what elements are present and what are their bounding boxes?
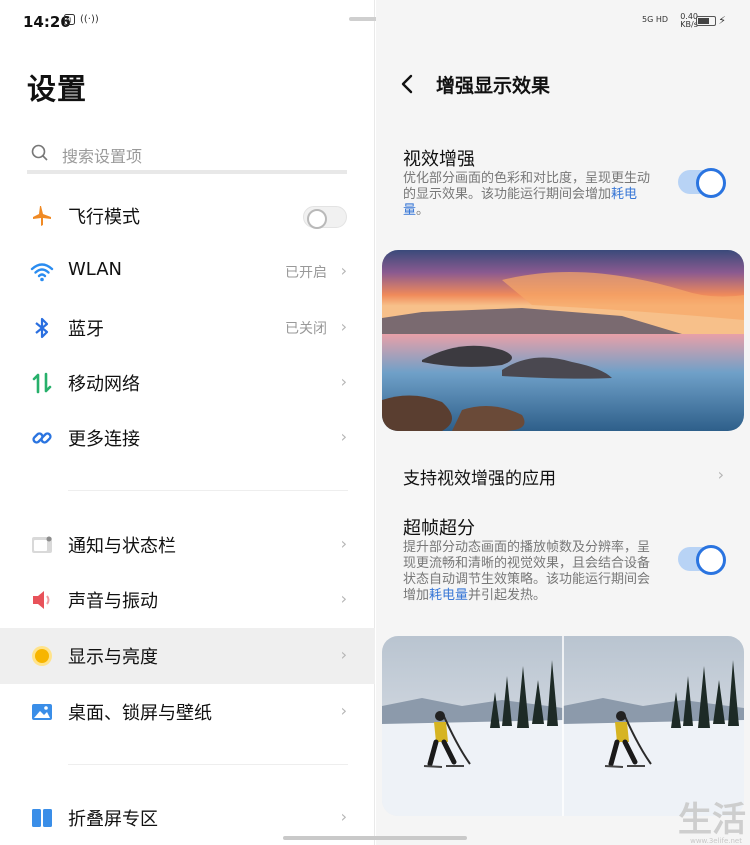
visual-enhance-preview-image — [382, 250, 744, 431]
airplane-toggle[interactable] — [303, 206, 347, 229]
fold-screen-icon — [30, 806, 54, 830]
svg-text:N: N — [66, 17, 71, 25]
bluetooth-status: 已关闭 — [285, 321, 327, 337]
signal-icon: 5G HD — [641, 15, 668, 24]
visual-desc-end: 。 — [416, 203, 430, 218]
settings-item-label: WLAN — [68, 259, 123, 280]
notification-icon — [30, 533, 54, 557]
settings-item-label: 移动网络 — [68, 374, 140, 395]
display-enhance-pane: 0.40 KB/s 5G HD ⚡ 增强显示效果 视效增强 优化部分画面的色彩和… — [376, 0, 750, 845]
page-title: 设置 — [27, 72, 88, 106]
wlan-status: 已开启 — [285, 265, 327, 281]
battery-icon — [696, 16, 716, 26]
nfc-icon: N — [64, 14, 75, 28]
search-input[interactable]: 搜索设置项 — [27, 132, 347, 174]
visual-enhance-toggle[interactable] — [678, 168, 726, 198]
site-watermark-logo: 生活 — [678, 800, 746, 840]
settings-item-label: 显示与亮度 — [68, 647, 158, 668]
settings-pane: 14:26 N ((·)) 设置 搜索设置项 飞行模式 WLAN 已开启 › 蓝… — [0, 0, 402, 845]
section-divider — [68, 490, 348, 491]
settings-item-label: 桌面、锁屏与壁纸 — [68, 703, 212, 724]
frame-desc-end: 并引起发热。 — [468, 588, 547, 603]
chevron-right-icon: › — [340, 261, 347, 280]
settings-item-label: 蓝牙 — [68, 319, 104, 340]
chevron-right-icon: › — [340, 372, 347, 391]
settings-item-label: 通知与状态栏 — [68, 536, 176, 557]
charging-icon: ⚡ — [718, 14, 726, 27]
settings-item-more-connections[interactable]: 更多连接 › — [0, 410, 375, 466]
chevron-right-icon: › — [717, 465, 724, 484]
status-bar: 14:26 N ((·)) — [0, 0, 375, 44]
chevron-right-icon: › — [340, 701, 347, 720]
frame-boost-title: 超帧超分 — [403, 518, 475, 539]
settings-item-notifications[interactable]: 通知与状态栏 › — [0, 517, 375, 573]
airplane-icon — [30, 204, 54, 228]
settings-item-wallpaper[interactable]: 桌面、锁屏与壁纸 › — [0, 684, 375, 740]
power-usage-link[interactable]: 耗电量 — [429, 588, 468, 603]
supported-apps-link[interactable]: 支持视效增强的应用 › — [376, 452, 750, 498]
wifi-icon — [30, 260, 54, 284]
settings-item-sound[interactable]: 声音与振动 › — [0, 572, 375, 628]
back-icon[interactable] — [400, 72, 414, 100]
settings-item-label: 声音与振动 — [68, 591, 158, 612]
mobile-data-icon — [30, 371, 54, 395]
visual-enhance-title: 视效增强 — [403, 149, 475, 170]
bluetooth-icon — [30, 316, 54, 340]
settings-item-label: 折叠屏专区 — [68, 809, 158, 830]
supported-apps-label: 支持视效增强的应用 — [403, 469, 556, 489]
frame-boost-preview-image — [382, 636, 744, 816]
search-placeholder: 搜索设置项 — [62, 147, 143, 166]
settings-item-airplane[interactable]: 飞行模式 — [0, 188, 375, 244]
speaker-icon — [30, 588, 54, 612]
settings-item-bluetooth[interactable]: 蓝牙 已关闭 › — [0, 300, 375, 356]
chevron-right-icon: › — [340, 807, 347, 826]
settings-item-label: 更多连接 — [68, 429, 140, 450]
chevron-right-icon: › — [340, 317, 347, 336]
hotspot-icon: ((·)) — [80, 14, 99, 25]
chevron-right-icon: › — [340, 589, 347, 608]
settings-item-mobile-network[interactable]: 移动网络 › — [0, 355, 375, 411]
site-watermark-url: www.3elife.net — [690, 837, 742, 845]
gesture-bar[interactable] — [283, 836, 467, 840]
section-divider — [68, 764, 348, 765]
settings-item-label: 飞行模式 — [68, 207, 140, 228]
brightness-icon — [30, 644, 54, 668]
search-icon — [31, 144, 48, 161]
link-icon — [30, 426, 54, 450]
chevron-right-icon: › — [340, 427, 347, 446]
settings-item-wlan[interactable]: WLAN 已开启 › — [0, 244, 375, 300]
visual-enhance-desc: 优化部分画面的色彩和对比度，呈现更生动的显示效果。该功能运行期间会增加耗电量。 — [403, 171, 653, 219]
settings-item-display[interactable]: 显示与亮度 › — [0, 628, 375, 684]
frame-boost-toggle[interactable] — [678, 545, 726, 575]
detail-title: 增强显示效果 — [436, 75, 551, 97]
frame-boost-desc: 提升部分动态画面的播放帧数及分辨率，呈现更流畅和清晰的视觉效果，且会结合设备状态… — [403, 540, 653, 604]
chevron-right-icon: › — [340, 645, 347, 664]
wallpaper-icon — [30, 700, 54, 724]
chevron-right-icon: › — [340, 534, 347, 553]
